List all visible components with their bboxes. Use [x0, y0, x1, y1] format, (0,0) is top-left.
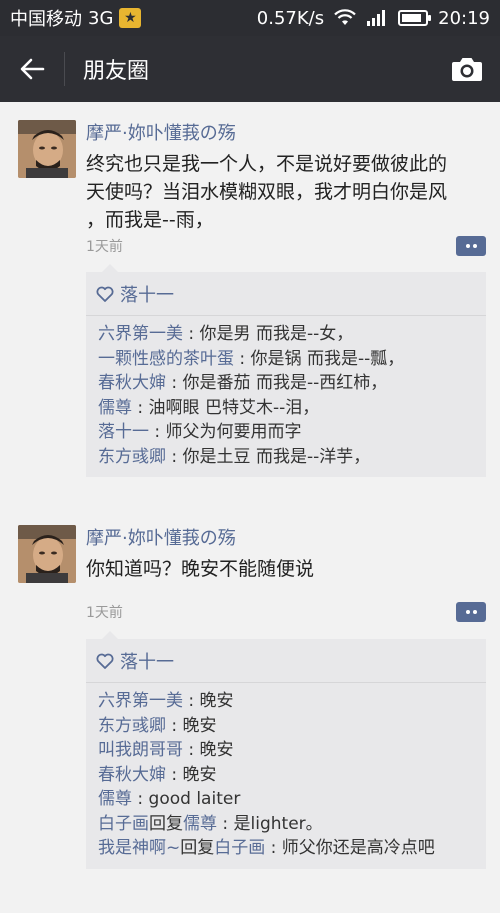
comment-text: 你是锅 而我是--瓢， — [250, 348, 405, 369]
comment-text: 是lighter。 — [233, 813, 323, 834]
heart-icon — [96, 653, 114, 669]
reply-word: 回复 — [149, 813, 183, 834]
comment-author[interactable]: 六界第一美 — [98, 691, 183, 711]
comment: 六界第一美 : 你是男 而我是--女， — [98, 324, 354, 344]
wifi-icon — [334, 9, 356, 25]
post-time: 1天前 — [86, 239, 123, 255]
comment-author[interactable]: 春秋大婶 — [98, 373, 166, 393]
comment: 儒尊 : good laiter — [98, 789, 241, 809]
comment: 叫我朗哥哥 : 晚安 — [98, 740, 234, 760]
comment: 春秋大婶 : 晚安 — [98, 764, 217, 785]
carrier-name: 中国移动 — [10, 9, 82, 30]
comment: 儒尊 : 油啊眼 巴特艾木--泪， — [98, 397, 320, 418]
post-content-line: 你知道吗？晚安不能随便说 — [86, 558, 315, 580]
post-meta: 1天前 — [86, 233, 486, 259]
comment-author[interactable]: 春秋大婶 — [98, 765, 166, 785]
comment-text: 晚安 — [199, 691, 234, 711]
camera-icon — [452, 58, 482, 81]
comment-text: good laiter — [148, 789, 241, 809]
likes-row: 落十一 — [86, 272, 486, 316]
comment-author[interactable]: 东方彧卿 — [98, 447, 166, 467]
comment-author[interactable]: 白子画 — [98, 814, 149, 834]
reply-target[interactable]: 白子画 — [214, 838, 265, 858]
heart-icon — [96, 286, 114, 302]
star-badge-icon: ★ — [119, 8, 142, 28]
post-time: 1天前 — [86, 605, 123, 621]
comment-text: 你是番茄 而我是--西红柿， — [182, 373, 388, 393]
signal-icon — [367, 10, 386, 26]
comment-author[interactable]: 我是神啊~ — [98, 838, 180, 858]
post-author[interactable]: 摩严·妳卟懂莪の殇 — [86, 525, 486, 553]
comment: 六界第一美 : 晚安 — [98, 691, 234, 711]
battery-fill — [402, 14, 421, 22]
post-content-line: ，而我是--雨， — [86, 209, 214, 231]
comment-text: 晚安 — [199, 740, 234, 760]
comment-icon[interactable] — [456, 602, 486, 622]
like-user[interactable]: 落十一 — [120, 281, 174, 307]
avatar-image — [18, 525, 76, 583]
comment-icon[interactable] — [456, 236, 486, 256]
status-bar: 中国移动 3G ★ 0.57K/s 20:19 — [0, 0, 500, 36]
like-user[interactable]: 落十一 — [120, 648, 174, 674]
reply-comment: 我是神啊~回复白子画 : 师父你还是高冷点吧 — [98, 838, 435, 858]
comment: 落十一 : 师父为何要用而字 — [98, 422, 302, 442]
status-left: 中国移动 3G ★ — [10, 5, 142, 31]
avatar[interactable] — [18, 120, 76, 178]
comment-text: 你是男 而我是--女， — [199, 324, 354, 344]
avatar[interactable] — [18, 525, 76, 583]
interaction-box: 落十一 六界第一美 : 你是男 而我是--女， 一颗性感的茶叶蛋 : 你是锅 而… — [86, 264, 486, 477]
comment-text: 油啊眼 巴特艾木--泪， — [148, 397, 320, 418]
back-button[interactable] — [0, 36, 64, 102]
post-content-line: 终究也只是我一个人，不是说好要做彼此的 — [86, 153, 448, 175]
comment-author[interactable]: 落十一 — [98, 422, 149, 442]
comment-author[interactable]: 叫我朗哥哥 — [98, 740, 183, 760]
interaction-box: 落十一 六界第一美 : 晚安 东方彧卿 : 晚安 叫我朗哥哥 : 晚安 春秋大婶… — [86, 631, 486, 869]
reply-target[interactable]: 儒尊 — [183, 814, 217, 834]
comment: 东方彧卿 : 你是土豆 而我是--洋芋， — [98, 446, 371, 467]
comment-author[interactable]: 一颗性感的茶叶蛋 — [98, 349, 234, 369]
post: 摩严·妳卟懂莪の殇 终究也只是我一个人，不是说好要做彼此的 天使吗？当泪水模糊双… — [0, 102, 500, 502]
comment: 一颗性感的茶叶蛋 : 你是锅 而我是--瓢， — [98, 348, 405, 369]
comment-text: 晚安 — [182, 764, 217, 785]
camera-button[interactable] — [434, 36, 500, 102]
network-speed: 0.57K/s — [256, 7, 325, 29]
battery-icon — [398, 10, 432, 26]
reply-word: 回复 — [180, 838, 215, 858]
avatar-image — [18, 120, 76, 178]
post-meta: 1天前 — [86, 599, 486, 625]
page-title: 朋友圈 — [83, 59, 150, 84]
likes-row: 落十一 — [86, 639, 486, 683]
comment-text: 晚安 — [182, 715, 217, 736]
comment: 东方彧卿 : 晚安 — [98, 715, 217, 736]
comment-author[interactable]: 六界第一美 — [98, 324, 183, 344]
reply-comment: 白子画回复儒尊 : 是lighter。 — [98, 813, 323, 834]
post-body: 摩严·妳卟懂莪の殇 终究也只是我一个人，不是说好要做彼此的 天使吗？当泪水模糊双… — [86, 120, 486, 234]
network-type: 3G — [88, 7, 114, 29]
comment-text: 师父为何要用而字 — [165, 422, 302, 442]
back-arrow-icon — [20, 58, 45, 80]
comment-author[interactable]: 儒尊 — [98, 789, 132, 809]
status-right: 0.57K/s 20:19 — [257, 8, 490, 29]
post-content-line: 天使吗？当泪水模糊双眼，我才明白你是风 — [86, 181, 448, 203]
comment-author[interactable]: 儒尊 — [98, 398, 132, 418]
post: 摩严·妳卟懂莪の殇 你知道吗？晚安不能随便说 1天前 落十一 六界第一美 : 晚… — [0, 507, 500, 907]
post-content: 终究也只是我一个人，不是说好要做彼此的 天使吗？当泪水模糊双眼，我才明白你是风 … — [86, 150, 486, 234]
comments-list: 六界第一美 : 晚安 东方彧卿 : 晚安 叫我朗哥哥 : 晚安 春秋大婶 : 晚… — [86, 683, 486, 869]
post-content: 你知道吗？晚安不能随便说 — [86, 555, 486, 583]
comment: 春秋大婶 : 你是番茄 而我是--西红柿， — [98, 373, 388, 393]
comment-text: 师父你还是高冷点吧 — [281, 838, 435, 858]
comments-list: 六界第一美 : 你是男 而我是--女， 一颗性感的茶叶蛋 : 你是锅 而我是--… — [86, 316, 486, 477]
post-author[interactable]: 摩严·妳卟懂莪の殇 — [86, 120, 486, 148]
title-bar: 朋友圈 — [0, 36, 500, 102]
comment-text: 你是土豆 而我是--洋芋， — [182, 446, 371, 467]
comment-author[interactable]: 东方彧卿 — [98, 716, 166, 736]
clock: 20:19 — [438, 7, 490, 29]
post-body: 摩严·妳卟懂莪の殇 你知道吗？晚安不能随便说 — [86, 525, 486, 583]
